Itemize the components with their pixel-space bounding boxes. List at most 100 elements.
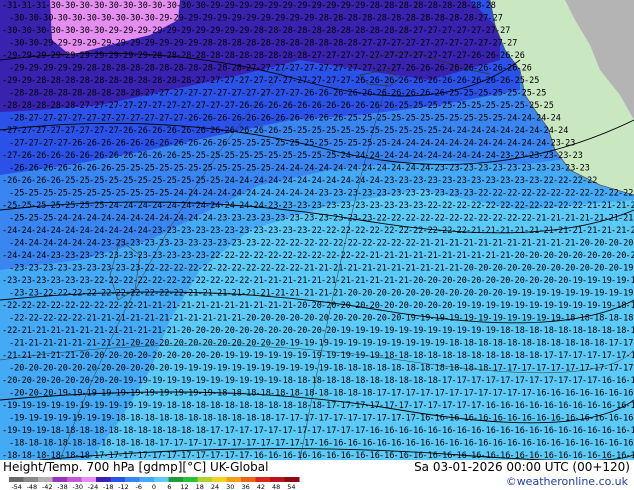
temperature-label: -20 <box>191 326 206 336</box>
temperature-label: -29 <box>249 1 264 11</box>
map-footer: Height/Temp. 700 hPa [gdmp][°C] UK-Globa… <box>0 460 634 490</box>
temperature-label: -29 <box>307 1 322 11</box>
temperature-label: -23 <box>17 276 32 286</box>
temperature-label: -26 <box>162 126 177 136</box>
temperature-label: -24 <box>350 176 365 186</box>
temperature-label: -18 <box>626 326 634 336</box>
temperature-label: -17 <box>386 389 401 399</box>
temperature-label: -19 <box>524 301 539 311</box>
temperature-label: -28 <box>336 26 351 36</box>
temperature-label: -27 <box>270 64 285 74</box>
temperature-label: -25 <box>67 189 82 199</box>
temperature-label: -23 <box>357 189 372 199</box>
temperature-label: -22 <box>118 301 133 311</box>
temperature-label: -29 <box>38 64 53 74</box>
temperature-label: -28 <box>220 51 235 61</box>
temperature-label: -24 <box>140 214 155 224</box>
temperature-label: -24 <box>437 126 452 136</box>
temperature-label: -20 <box>539 251 554 261</box>
temperature-label: -17 <box>568 351 583 361</box>
temperature-label: -20 <box>111 364 126 374</box>
temperature-label: -25 <box>205 176 220 186</box>
temperature-label: -24 <box>292 176 307 186</box>
temperature-label: -30 <box>82 14 97 24</box>
temperature-label: -17 <box>336 426 351 436</box>
temperature-label: -24 <box>263 176 278 186</box>
temperature-label: -27 <box>307 51 322 61</box>
temperature-label: -18 <box>481 351 496 361</box>
temperature-label: -20 <box>473 289 488 299</box>
temperature-label: -19 <box>104 401 119 411</box>
temperature-label: -23 <box>560 164 575 174</box>
temperature-label: -20 <box>278 326 293 336</box>
temperature-label: -18 <box>531 339 546 349</box>
temperature-label: -29 <box>53 39 68 49</box>
temperature-label: -18 <box>162 401 177 411</box>
temperature-label: -17 <box>568 376 583 386</box>
temperature-label: -27 <box>220 76 235 86</box>
temperature-label: -19 <box>205 376 220 386</box>
temperature-label: -25 <box>249 151 264 161</box>
temperature-label: -16 <box>582 451 597 460</box>
temperature-label: -22 <box>560 189 575 199</box>
temperature-label: -24 <box>386 164 401 174</box>
temperature-label: -19 <box>415 339 430 349</box>
temperature-label: -26 <box>212 139 227 149</box>
temperature-label: -23 <box>198 239 213 249</box>
temperature-label: -27 <box>205 76 220 86</box>
temperature-label: -23 <box>314 214 329 224</box>
temperature-label: -20 <box>234 326 249 336</box>
temperature-label: -23 <box>82 264 97 274</box>
temperature-label: -26 <box>82 164 97 174</box>
temperature-label: -18 <box>67 439 82 449</box>
temperature-label: -17 <box>452 401 467 411</box>
temperature-label: -26 <box>365 76 380 86</box>
temperature-label: -16 <box>546 389 561 399</box>
temperature-label: -28 <box>415 14 430 24</box>
temperature-label: -20 <box>626 226 634 236</box>
temperature-label: -25 <box>270 139 285 149</box>
temperature-label: -24 <box>343 164 358 174</box>
temperature-label: -21 <box>140 314 155 324</box>
temperature-label: -21 <box>227 314 242 324</box>
temperature-label: -19 <box>408 326 423 336</box>
temperature-label: -25 <box>444 89 459 99</box>
temperature-label: -25 <box>89 201 104 211</box>
temperature-label: -26 <box>234 101 249 111</box>
temperature-label: -24 <box>75 226 90 236</box>
temperature-label: -21 <box>212 314 227 324</box>
temperature-label: -19 <box>582 276 597 286</box>
temperature-label: -29 <box>9 64 24 74</box>
temperature-label: -18 <box>321 376 336 386</box>
temperature-label: -28 <box>314 39 329 49</box>
temperature-label: -26 <box>82 139 97 149</box>
temperature-label: -28 <box>357 14 372 24</box>
temperature-label: -20 <box>31 376 46 386</box>
temperature-label: -26 <box>314 114 329 124</box>
legend-tick-label: 54 <box>287 483 295 490</box>
legend-swatch <box>96 477 111 482</box>
temperature-label: -25 <box>379 126 394 136</box>
temperature-label: -24 <box>183 214 198 224</box>
temperature-label: -25 <box>31 201 46 211</box>
temperature-label: -17 <box>626 351 634 361</box>
temperature-label: -18 <box>611 326 626 336</box>
temperature-label: -22 <box>17 301 32 311</box>
temperature-label: -23 <box>24 264 39 274</box>
temperature-label: -28 <box>125 89 140 99</box>
temperature-label: -20 <box>423 301 438 311</box>
temperature-label: -23 <box>263 201 278 211</box>
temperature-label: -29 <box>212 14 227 24</box>
temperature-label: -22 <box>430 214 445 224</box>
temperature-label: -20 <box>205 351 220 361</box>
temperature-label: -16 <box>452 426 467 436</box>
temperature-label: -24 <box>386 139 401 149</box>
temperature-label: -19 <box>321 351 336 361</box>
temperature-label: -19 <box>350 351 365 361</box>
temperature-label: -19 <box>67 414 82 424</box>
temperature-label: -18 <box>263 401 278 411</box>
temperature-label: -23 <box>423 176 438 186</box>
temperature-label: -26 <box>249 126 264 136</box>
temperature-label: -27 <box>53 114 68 124</box>
temperature-label: -23 <box>401 189 416 199</box>
